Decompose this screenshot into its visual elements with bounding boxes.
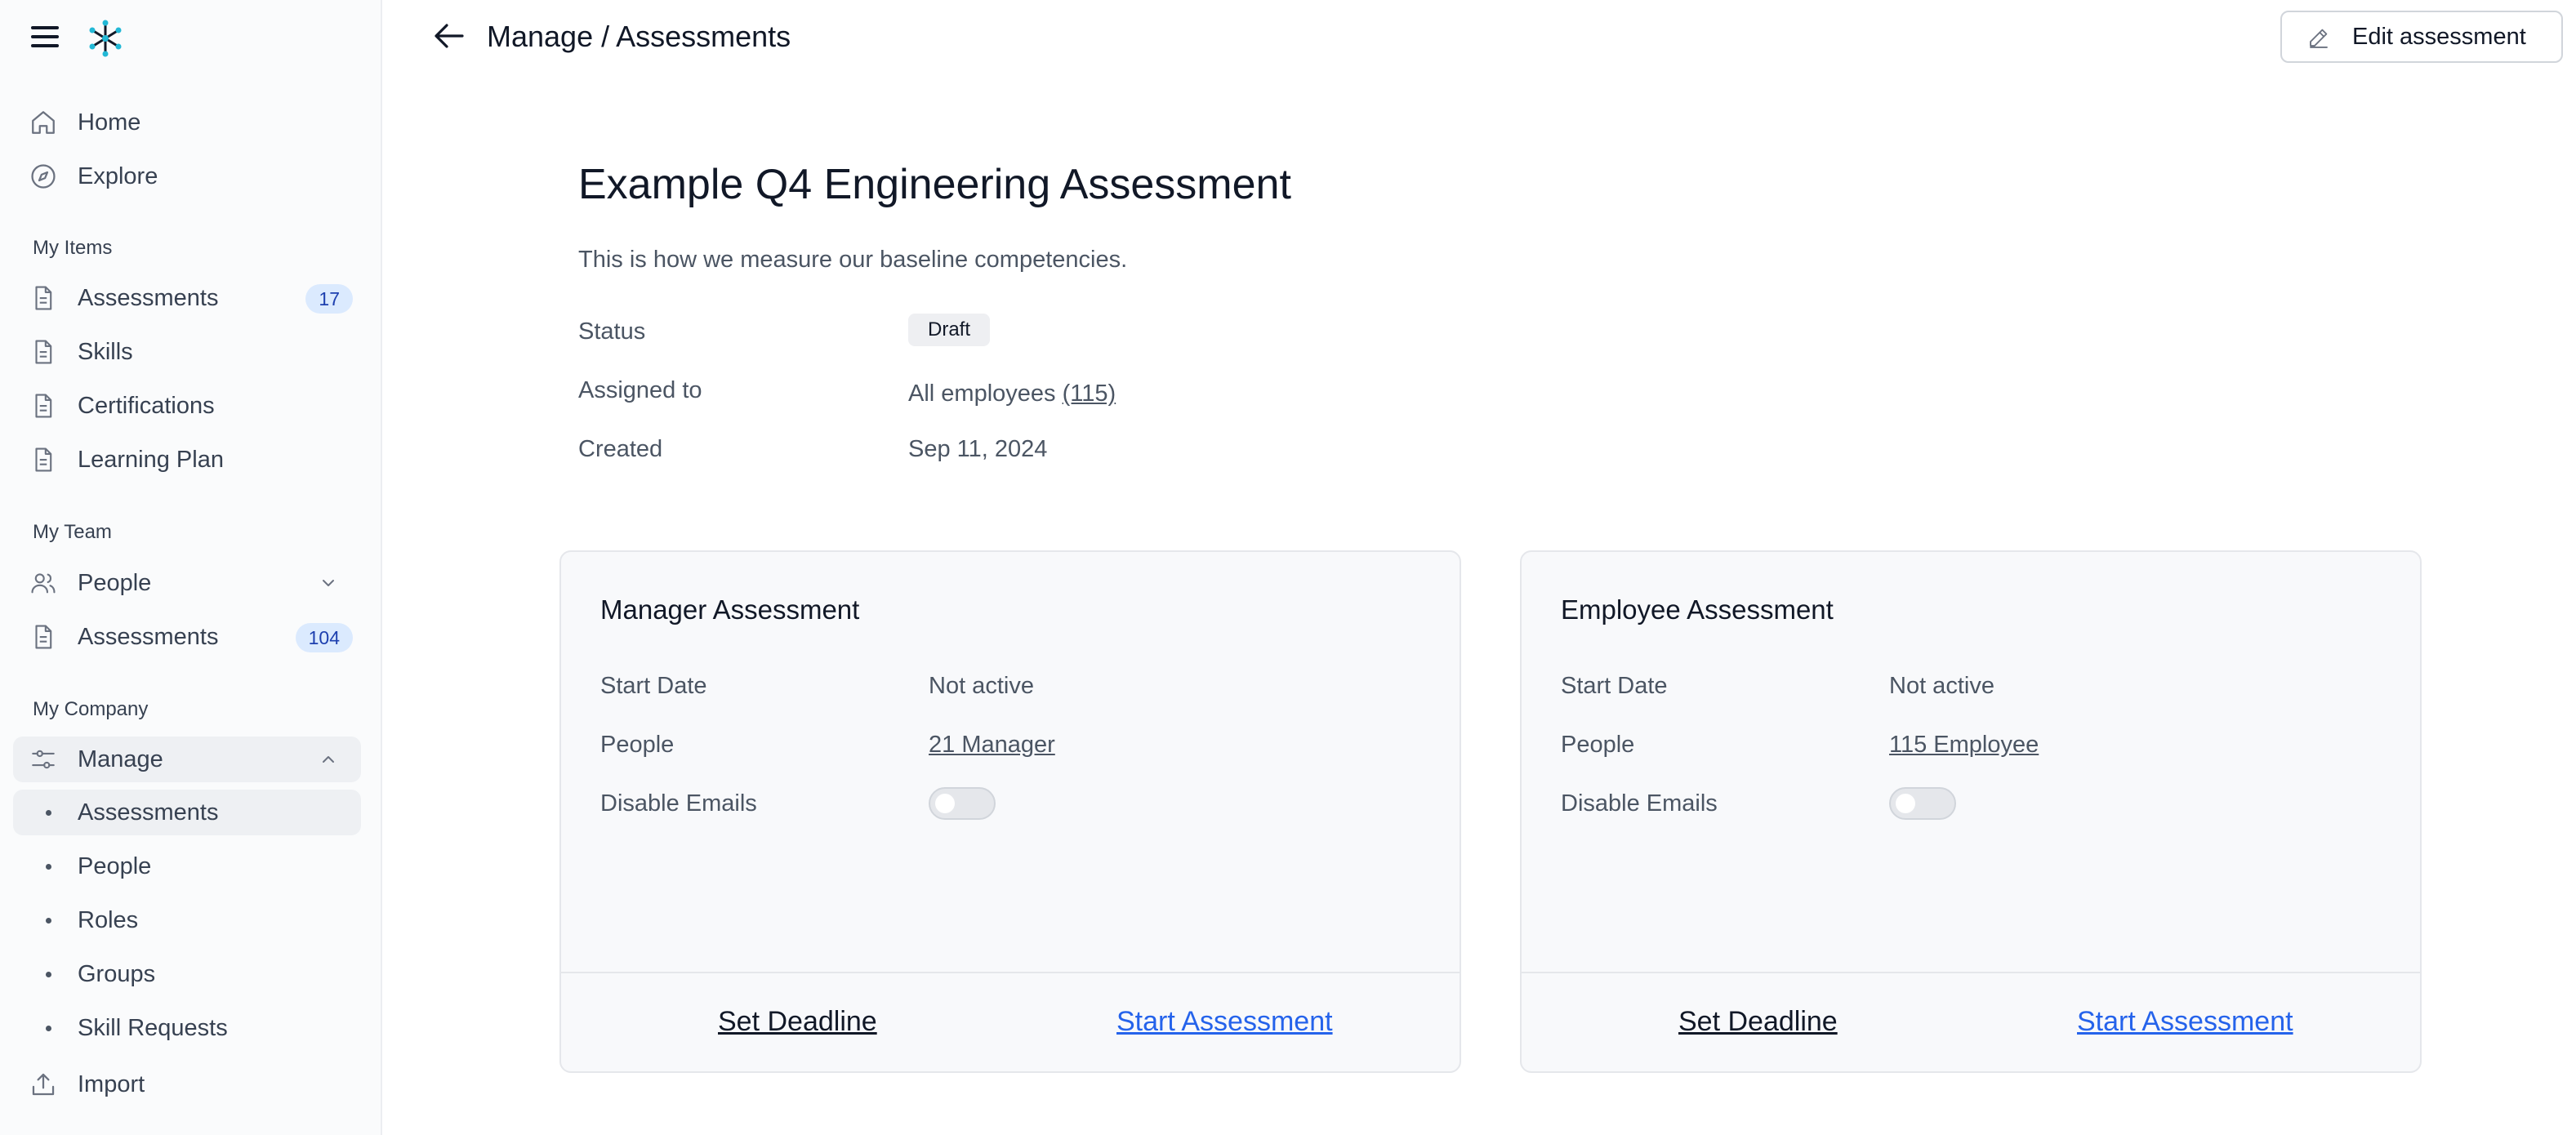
upload-icon <box>32 1073 55 1096</box>
toggle-knob <box>935 794 955 813</box>
disable-emails-toggle[interactable] <box>929 787 996 820</box>
sidebar-item-certifications[interactable]: Certifications <box>13 383 361 429</box>
set-deadline-link[interactable]: Set Deadline <box>1678 1006 1838 1038</box>
count-badge: 17 <box>305 284 353 314</box>
sidebar-item-label: Certifications <box>78 392 215 419</box>
disable-emails-toggle[interactable] <box>1889 787 1956 820</box>
manager-assessment-card: Manager Assessment Start Date Not active… <box>559 550 1461 1073</box>
sidebar-item-label: Home <box>78 109 141 136</box>
section-title-my-items: My Items <box>33 237 113 259</box>
card-footer: Set Deadline Start Assessment <box>1522 972 2420 1073</box>
bullet-icon <box>46 810 51 816</box>
bullet-icon <box>46 972 51 977</box>
sidebar-item-my-assessments[interactable]: Assessments 17 <box>13 275 361 321</box>
document-icon <box>35 286 52 310</box>
status-badge: Draft <box>908 314 991 346</box>
created-value: Sep 11, 2024 <box>908 436 1048 462</box>
sidebar-item-manage[interactable]: Manage <box>13 737 361 782</box>
sidebar-item-label: Groups <box>78 960 156 987</box>
sidebar: Home Explore My Items Assessments 17 Ski… <box>0 0 382 1135</box>
sidebar-item-label: Explore <box>78 162 158 189</box>
assigned-count-link[interactable]: (115) <box>1063 381 1116 407</box>
sidebar-item-label: Assessments <box>78 623 219 650</box>
chevron-up-icon[interactable] <box>320 751 336 768</box>
sidebar-item-label: Skill Requests <box>78 1014 228 1041</box>
toggle-knob <box>1896 794 1915 813</box>
sidebar-item-label: Learning Plan <box>78 446 224 473</box>
people-link[interactable]: 21 Manager <box>929 732 1055 759</box>
sidebar-item-label: Manage <box>78 746 163 772</box>
section-title-my-company: My Company <box>33 698 149 720</box>
people-label: People <box>600 732 675 758</box>
start-assessment-link[interactable]: Start Assessment <box>1116 1006 1333 1038</box>
sidebar-item-skills[interactable]: Skills <box>13 329 361 375</box>
sidebar-item-label: Roles <box>78 906 139 933</box>
menu-icon[interactable] <box>31 24 59 49</box>
home-icon <box>32 111 55 134</box>
section-title-my-team: My Team <box>33 521 112 543</box>
assigned-to-text: All employees <box>908 381 1056 407</box>
set-deadline-link[interactable]: Set Deadline <box>718 1006 877 1038</box>
bullet-icon <box>46 918 51 924</box>
created-label: Created <box>578 436 663 462</box>
people-label: People <box>1561 732 1635 758</box>
breadcrumb: Manage / Assessments <box>487 20 791 53</box>
document-icon <box>35 394 52 418</box>
sidebar-item-label: Skills <box>78 338 133 365</box>
sidebar-item-team-assessments[interactable]: Assessments 104 <box>13 614 361 660</box>
start-date-value: Not active <box>929 673 1034 699</box>
card-title: Employee Assessment <box>1561 594 1834 625</box>
start-assessment-link[interactable]: Start Assessment <box>2077 1006 2293 1038</box>
sidebar-subitem-people[interactable]: People <box>13 843 361 889</box>
assigned-to-label: Assigned to <box>578 377 702 403</box>
sidebar-item-import[interactable]: Import <box>13 1062 361 1107</box>
sidebar-item-label: People <box>78 852 152 879</box>
sidebar-item-home[interactable]: Home <box>13 100 361 145</box>
compass-icon <box>31 164 56 189</box>
start-date-value: Not active <box>1889 673 1994 699</box>
start-date-label: Start Date <box>1561 673 1668 699</box>
status-label: Status <box>578 318 646 345</box>
page-title: Example Q4 Engineering Assessment <box>578 161 1291 208</box>
sidebar-item-label: People <box>78 569 152 596</box>
employee-assessment-card: Employee Assessment Start Date Not activ… <box>1520 550 2422 1073</box>
sliders-icon <box>32 750 55 769</box>
people-link[interactable]: 115 Employee <box>1889 732 2039 759</box>
logo-icon <box>89 20 122 57</box>
assigned-to-value: All employees (115) <box>908 381 1116 407</box>
page-description: This is how we measure our baseline comp… <box>578 247 1128 273</box>
sidebar-item-learning-plan[interactable]: Learning Plan <box>13 437 361 483</box>
back-arrow-icon[interactable] <box>433 21 466 51</box>
sidebar-subitem-assessments[interactable]: Assessments <box>13 790 361 835</box>
users-icon <box>31 573 56 594</box>
edit-assessment-button[interactable]: Edit assessment <box>2280 11 2563 63</box>
sidebar-item-label: Import <box>78 1070 145 1097</box>
edit-assessment-label: Edit assessment <box>2352 23 2526 50</box>
bullet-icon <box>46 864 51 870</box>
sidebar-subitem-roles[interactable]: Roles <box>13 897 361 943</box>
start-date-label: Start Date <box>600 673 707 699</box>
card-footer: Set Deadline Start Assessment <box>561 972 1460 1073</box>
sidebar-subitem-skill-requests[interactable]: Skill Requests <box>13 1005 361 1051</box>
bullet-icon <box>46 1026 51 1031</box>
document-icon <box>35 625 52 649</box>
sidebar-subitem-groups[interactable]: Groups <box>13 951 361 997</box>
document-icon <box>35 447 52 472</box>
disable-emails-label: Disable Emails <box>1561 790 1718 817</box>
card-title: Manager Assessment <box>600 594 860 625</box>
sidebar-item-label: Assessments <box>78 799 219 826</box>
chevron-down-icon[interactable] <box>320 575 336 591</box>
document-icon <box>35 340 52 364</box>
disable-emails-label: Disable Emails <box>600 790 757 817</box>
sidebar-item-team-people[interactable]: People <box>13 560 361 606</box>
count-badge: 104 <box>295 623 353 652</box>
sidebar-item-label: Assessments <box>78 284 219 311</box>
sidebar-item-explore[interactable]: Explore <box>13 154 361 199</box>
pencil-icon <box>2310 29 2328 48</box>
